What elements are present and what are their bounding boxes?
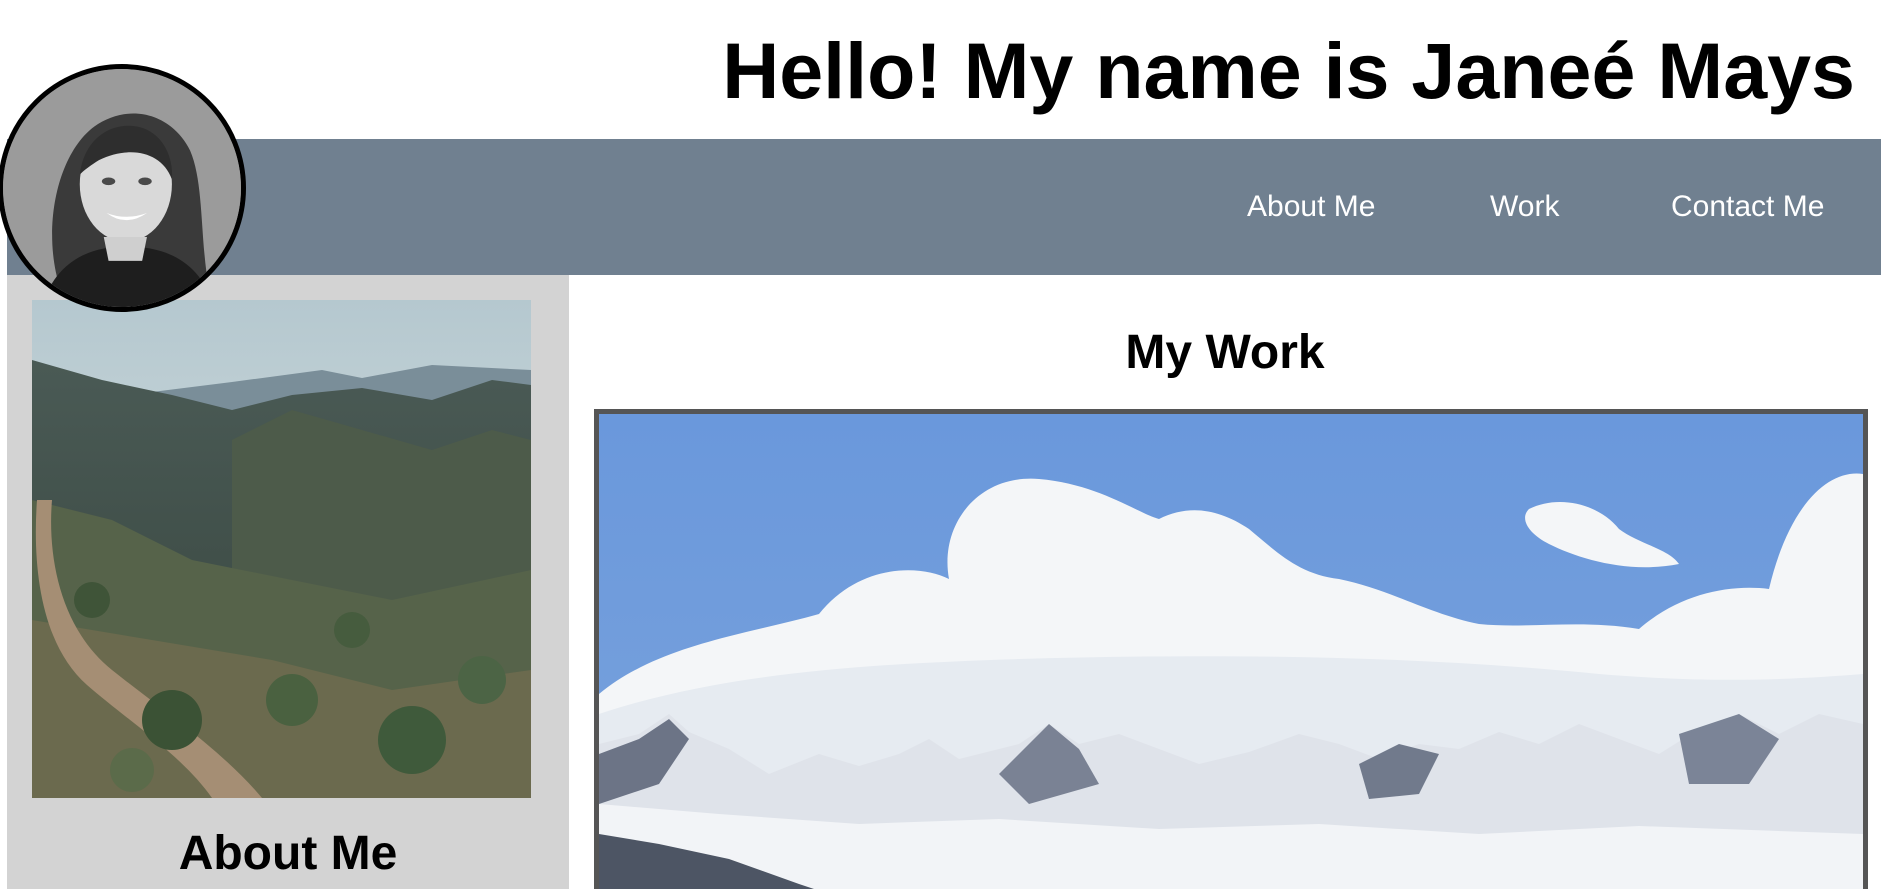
page: Hello! My name is Janeé Mays About Me Wo…: [0, 0, 1884, 889]
nav-link-about-me[interactable]: About Me: [1247, 190, 1375, 224]
about-me-heading: About Me: [178, 827, 398, 880]
my-work-heading: My Work: [1125, 326, 1325, 379]
sidebar-photo: [32, 300, 531, 798]
nav-link-work[interactable]: Work: [1490, 190, 1559, 224]
avatar: [0, 64, 246, 312]
work-image-frame: [594, 409, 1868, 889]
navbar: About Me Work Contact Me: [7, 139, 1881, 275]
sidebar: About Me: [7, 275, 569, 889]
page-title: Hello! My name is Janeé Mays: [722, 26, 1855, 115]
mountain-trail-photo: [32, 300, 531, 798]
nav-link-contact-me[interactable]: Contact Me: [1671, 190, 1824, 224]
snowy-mountains-photo: [599, 414, 1863, 889]
profile-photo-icon: [3, 69, 241, 307]
